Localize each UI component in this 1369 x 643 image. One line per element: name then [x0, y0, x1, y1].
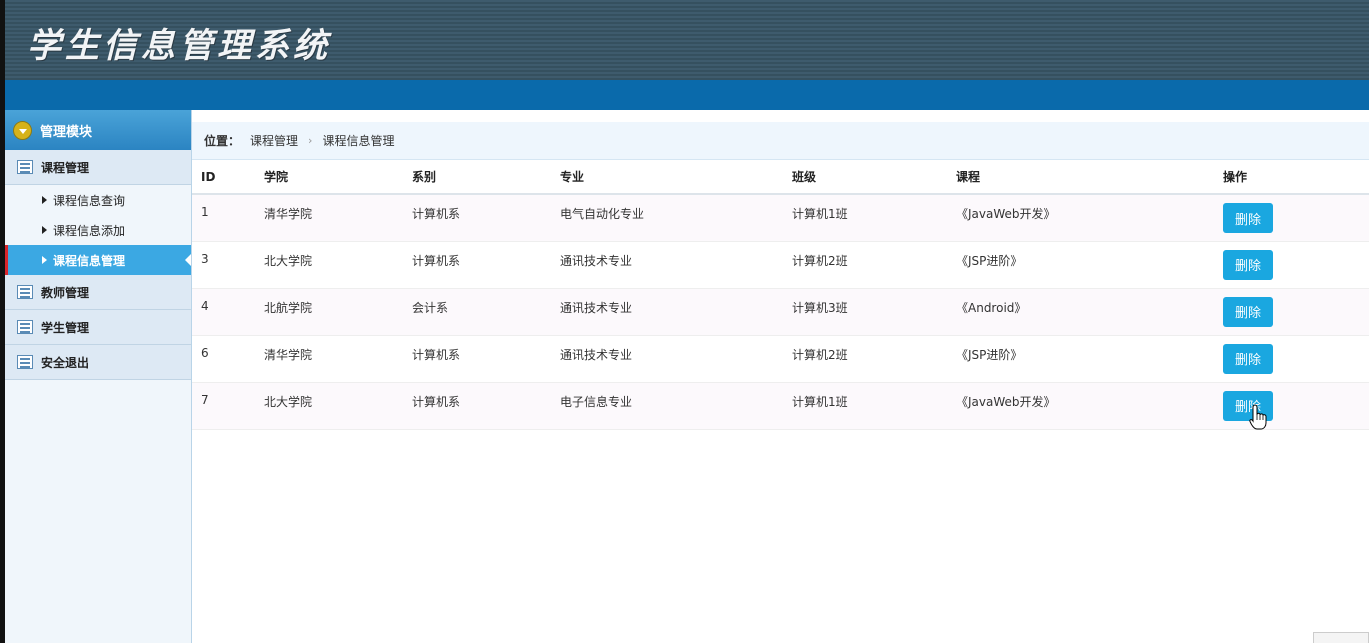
- list-icon: [17, 355, 33, 369]
- main-content: 位置： 课程管理 › 课程信息管理 ID 学院 系别 专业 班级 课程 操作 1…: [192, 110, 1369, 643]
- sidebar-item-course-query[interactable]: 课程信息查询: [5, 185, 191, 215]
- cell-id: 7: [192, 382, 255, 430]
- delete-button[interactable]: 删除: [1223, 203, 1273, 233]
- sidebar-item-label: 课程信息管理: [53, 253, 126, 268]
- cell-class: 计算机1班: [783, 382, 947, 430]
- app-title: 学生信息管理系统: [27, 26, 331, 66]
- cell-course: 《Android》: [947, 288, 1214, 336]
- col-header-major: 专业: [551, 160, 783, 195]
- table-row: 4 北航学院 会计系 通讯技术专业 计算机3班 《Android》 删除: [192, 288, 1369, 336]
- breadcrumb-separator: ›: [308, 134, 313, 147]
- cell-major: 通讯技术专业: [551, 241, 783, 289]
- cell-department: 计算机系: [403, 194, 551, 242]
- sidebar-module-label: 管理模块: [40, 124, 93, 140]
- cell-id: 1: [192, 194, 255, 242]
- delete-button[interactable]: 删除: [1223, 343, 1273, 374]
- cell-id: 6: [192, 335, 255, 383]
- cell-college: 清华学院: [255, 194, 403, 242]
- corner-tab: [1313, 632, 1369, 643]
- cell-action: 删除: [1214, 382, 1369, 430]
- app-header: 学生信息管理系统: [5, 0, 1369, 80]
- sidebar: 管理模块 课程管理 课程信息查询 课程信息添加 课程信息管理 教师管理 学生管理…: [5, 110, 192, 643]
- cell-course: 《JSP进阶》: [947, 335, 1214, 383]
- table-row: 3 北大学院 计算机系 通讯技术专业 计算机2班 《JSP进阶》 删除: [192, 241, 1369, 289]
- breadcrumb-label: 位置：: [204, 134, 241, 148]
- cell-id: 4: [192, 288, 255, 336]
- sidebar-group-student[interactable]: 学生管理: [5, 310, 191, 345]
- cell-major: 电子信息专业: [551, 382, 783, 430]
- cell-college: 北航学院: [255, 288, 403, 336]
- cell-department: 计算机系: [403, 335, 551, 383]
- sidebar-group-label: 教师管理: [41, 285, 90, 300]
- cell-course: 《JavaWeb开发》: [947, 382, 1214, 430]
- cell-action: 删除: [1214, 241, 1369, 289]
- cell-course: 《JSP进阶》: [947, 241, 1214, 289]
- col-header-action: 操作: [1214, 160, 1369, 195]
- sidebar-group-teacher[interactable]: 教师管理: [5, 275, 191, 310]
- sidebar-module-header[interactable]: 管理模块: [5, 110, 191, 150]
- sidebar-item-label: 课程信息查询: [53, 193, 126, 208]
- table-row: 1 清华学院 计算机系 电气自动化专业 计算机1班 《JavaWeb开发》 删除: [192, 194, 1369, 242]
- delete-button[interactable]: 删除: [1223, 296, 1273, 327]
- cell-action: 删除: [1214, 194, 1369, 242]
- breadcrumb-item[interactable]: 课程信息管理: [322, 132, 394, 149]
- cell-college: 北大学院: [255, 241, 403, 289]
- cell-college: 北大学院: [255, 382, 403, 430]
- col-header-department: 系别: [403, 160, 551, 195]
- collapse-circle-icon: [13, 120, 32, 140]
- cell-college: 清华学院: [255, 335, 403, 383]
- sidebar-group-label: 学生管理: [41, 320, 90, 335]
- cell-class: 计算机2班: [783, 335, 947, 383]
- list-icon: [17, 320, 33, 334]
- sidebar-group-logout[interactable]: 安全退出: [5, 345, 191, 380]
- cell-department: 会计系: [403, 288, 551, 336]
- caret-right-icon: [42, 226, 47, 234]
- col-header-college: 学院: [255, 160, 403, 195]
- cell-class: 计算机1班: [783, 194, 947, 242]
- cell-id: 3: [192, 241, 255, 289]
- list-icon: [17, 285, 33, 299]
- cell-action: 删除: [1214, 335, 1369, 383]
- col-header-class: 班级: [783, 160, 947, 195]
- table-row: 6 清华学院 计算机系 通讯技术专业 计算机2班 《JSP进阶》 删除: [192, 335, 1369, 383]
- cell-major: 电气自动化专业: [551, 194, 783, 242]
- cell-major: 通讯技术专业: [551, 335, 783, 383]
- cell-class: 计算机3班: [783, 288, 947, 336]
- hand-cursor-icon: [1249, 404, 1267, 430]
- cell-action: 删除: [1214, 288, 1369, 336]
- cell-department: 计算机系: [403, 382, 551, 430]
- cell-department: 计算机系: [403, 241, 551, 289]
- sidebar-group-course[interactable]: 课程管理: [5, 150, 191, 185]
- sidebar-group-label: 安全退出: [41, 355, 90, 370]
- caret-right-icon: [42, 196, 47, 204]
- delete-button[interactable]: 删除: [1223, 249, 1273, 280]
- breadcrumb-item[interactable]: 课程管理: [250, 132, 298, 149]
- cell-class: 计算机2班: [783, 241, 947, 289]
- col-header-course: 课程: [947, 160, 1214, 195]
- col-header-id: ID: [192, 160, 255, 195]
- table-header-row: ID 学院 系别 专业 班级 课程 操作: [192, 160, 1369, 195]
- sidebar-item-label: 课程信息添加: [53, 223, 126, 238]
- sidebar-group-label: 课程管理: [41, 160, 90, 175]
- cell-major: 通讯技术专业: [551, 288, 783, 336]
- header-bar: [5, 80, 1369, 110]
- caret-right-icon: [42, 256, 47, 264]
- course-table: ID 学院 系别 专业 班级 课程 操作 1 清华学院 计算机系 电气自动化专业 计算机…: [192, 160, 1369, 430]
- list-icon: [17, 160, 33, 174]
- table-row: 7 北大学院 计算机系 电子信息专业 计算机1班 《JavaWeb开发》 删除: [192, 382, 1369, 430]
- cell-course: 《JavaWeb开发》: [947, 194, 1214, 242]
- sidebar-item-course-manage[interactable]: 课程信息管理: [5, 245, 191, 275]
- sidebar-item-course-add[interactable]: 课程信息添加: [5, 215, 191, 245]
- breadcrumb: 位置： 课程管理 › 课程信息管理: [192, 122, 1369, 160]
